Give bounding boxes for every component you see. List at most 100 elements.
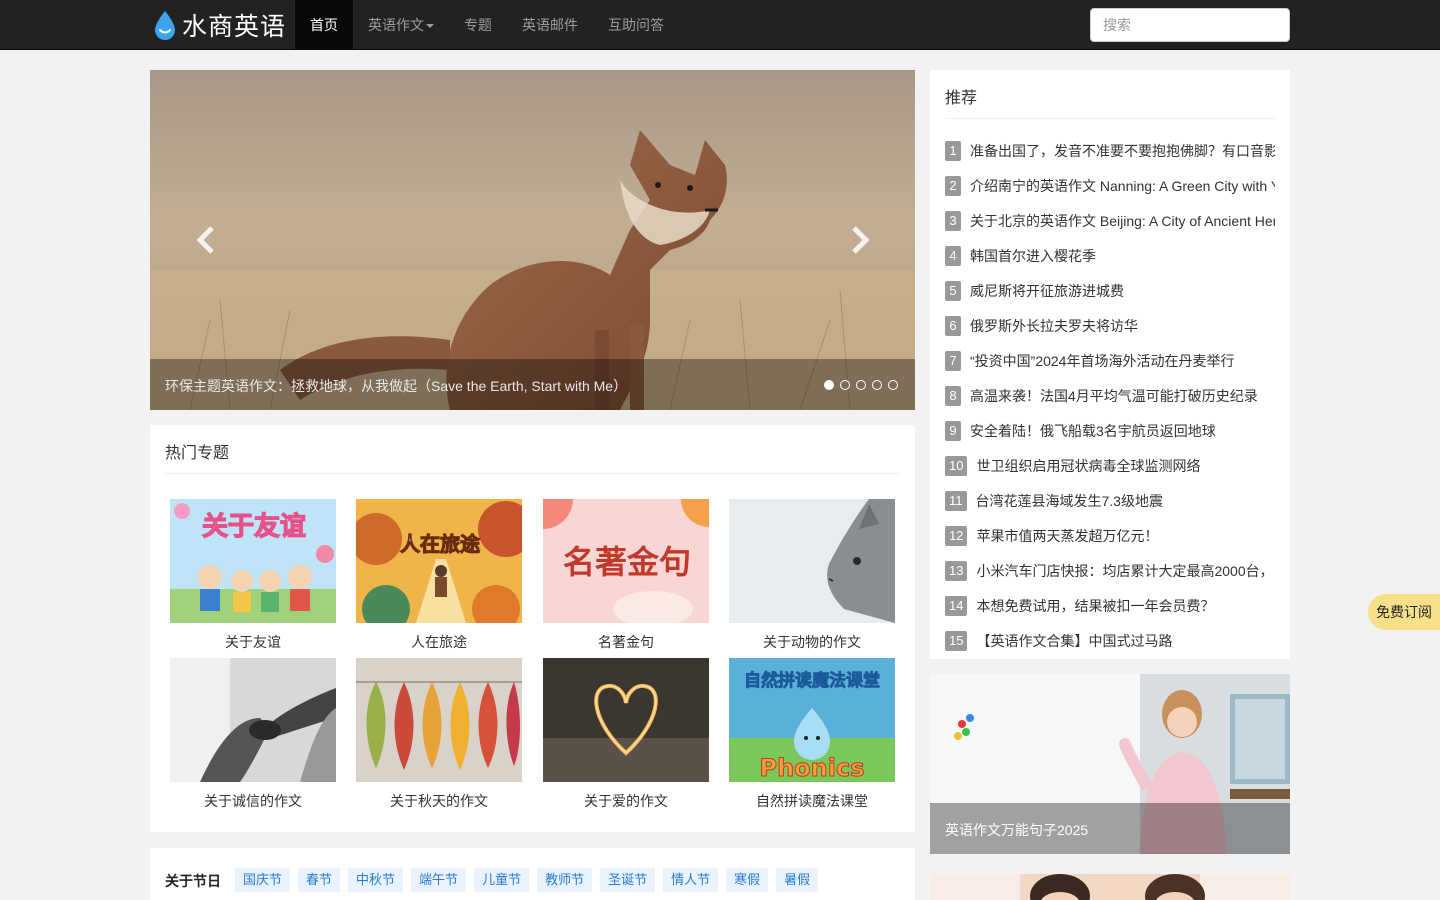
recommend-item[interactable]: 6 俄罗斯外长拉夫罗夫将访华 (945, 308, 1275, 343)
topic-card[interactable]: 关于友谊 关于友谊 (170, 499, 336, 652)
caret-down-icon (426, 24, 434, 29)
search-input[interactable] (1090, 8, 1290, 42)
recommend-item[interactable]: 7 “投资中国”2024年首场海外活动在丹麦举行 (945, 343, 1275, 378)
chevron-left-icon[interactable] (192, 222, 222, 258)
topic-label: 人在旅途 (411, 634, 467, 650)
holiday-tag[interactable]: 中秋节 (348, 868, 404, 892)
topic-image (356, 658, 522, 782)
topic-card[interactable]: 自然拼读魔法课堂 Phonics 自然拼读魔法课堂 (729, 658, 895, 811)
topic-image: 关于友谊 (170, 499, 336, 623)
holidays-title: 关于节日 (165, 873, 221, 889)
recommend-item[interactable]: 1 准备出国了，发音不准要不要抱抱佛脚？有口音影 (945, 133, 1275, 168)
recommend-item[interactable]: 3 关于北京的英语作文 Beijing: A City of Ancient He… (945, 203, 1275, 238)
recommend-item-title: 关于北京的英语作文 Beijing: A City of Ancient Her (970, 212, 1275, 229)
rank-badge: 12 (945, 525, 968, 546)
recommend-item[interactable]: 9 安全着陆！俄飞船载3名宇航员返回地球 (945, 413, 1275, 448)
topic-label: 关于爱的作文 (584, 793, 668, 809)
recommend-item[interactable]: 5 威尼斯将开征旅游进城费 (945, 273, 1275, 308)
rank-badge: 9 (945, 420, 961, 441)
nav-topics[interactable]: 专题 (449, 0, 507, 50)
nav-english-essay[interactable]: 英语作文 (353, 0, 449, 50)
water-drop-icon (155, 11, 175, 40)
carousel-dot[interactable] (824, 380, 834, 390)
nav-english-essay-label: 英语作文 (368, 17, 424, 33)
holiday-tag[interactable]: 暑假 (776, 868, 819, 892)
topic-label: 关于诚信的作文 (204, 793, 302, 809)
topic-card[interactable]: 关于诚信的作文 (170, 658, 336, 811)
nav-qa[interactable]: 互助问答 (593, 0, 679, 50)
holiday-tag[interactable]: 情人节 (663, 868, 719, 892)
carousel-dot[interactable] (856, 380, 866, 390)
rank-badge: 15 (945, 630, 968, 651)
recommend-item-title: “投资中国”2024年首场海外活动在丹麦举行 (970, 352, 1235, 369)
recommend-item[interactable]: 12 苹果市值两天蒸发超万亿元！ (945, 518, 1275, 553)
recommend-item-title: 韩国首尔进入樱花季 (970, 247, 1096, 264)
recommend-item-title: 威尼斯将开征旅游进城费 (970, 282, 1124, 299)
topic-image-text: 自然拼读魔法课堂 (744, 670, 880, 691)
recommend-item-title: 苹果市值两天蒸发超万亿元！ (976, 527, 1159, 544)
recommend-item[interactable]: 11 台湾花莲县海域发生7.3级地震 (945, 483, 1275, 518)
rank-badge: 10 (945, 455, 968, 476)
holiday-tag[interactable]: 端午节 (411, 868, 467, 892)
recommend-item[interactable]: 15 【英语作文合集】中国式过马路 (945, 623, 1275, 658)
recommend-item[interactable]: 10 世卫组织启用冠状病毒全球监测网络 (945, 448, 1275, 483)
rank-badge: 13 (945, 560, 968, 581)
topic-card[interactable]: 人在旅途 人在旅途 (356, 499, 522, 652)
topic-image (543, 658, 709, 782)
chevron-right-icon[interactable] (844, 222, 874, 258)
recommend-item-title: 高温来袭！法国4月平均气温可能打破历史纪录 (970, 387, 1258, 404)
hot-topics-panel: 热门专题 关于友谊 关于友谊 人在旅途 人在旅途 名著金句 名著金句 关于动物的… (150, 425, 915, 832)
recommend-item-title: 准备出国了，发音不准要不要抱抱佛脚？有口音影 (970, 142, 1275, 159)
kids-photo (930, 874, 1290, 900)
recommend-item[interactable]: 4 韩国首尔进入樱花季 (945, 238, 1275, 273)
topic-image (729, 499, 895, 623)
divider (945, 118, 1275, 119)
recommend-item[interactable]: 2 介绍南宁的英语作文 Nanning: A Green City with Y (945, 168, 1275, 203)
divider (165, 473, 900, 474)
recommend-item-title: 【英语作文合集】中国式过马路 (976, 632, 1173, 649)
recommend-item-title: 介绍南宁的英语作文 Nanning: A Green City with Y (970, 177, 1275, 194)
rank-badge: 1 (945, 140, 961, 161)
topic-image-text: 人在旅途 (400, 532, 481, 556)
topic-card[interactable]: 关于秋天的作文 (356, 658, 522, 811)
recommend-item-title: 世卫组织启用冠状病毒全球监测网络 (976, 457, 1201, 474)
nav-english-email[interactable]: 英语邮件 (507, 0, 593, 50)
nav-home[interactable]: 首页 (295, 0, 353, 50)
recommend-item[interactable]: 13 小米汽车门店快报：均店累计大定最高2000台， (945, 553, 1275, 588)
recommend-item-title: 小米汽车门店快报：均店累计大定最高2000台， (976, 562, 1274, 579)
recommend-panel: 推荐 1 准备出国了，发音不准要不要抱抱佛脚？有口音影 2 介绍南宁的英语作文 Na… (930, 70, 1290, 659)
rank-badge: 3 (945, 210, 961, 231)
promo-banner[interactable]: 英语作文万能句子2025 (930, 674, 1290, 854)
site-logo[interactable]: 水商英语 (152, 8, 286, 42)
rank-badge: 11 (945, 490, 967, 511)
recommend-item[interactable]: 14 本想免费试用，结果被扣一年会员费？ (945, 588, 1275, 623)
rank-badge: 7 (945, 350, 961, 371)
rank-badge: 6 (945, 315, 961, 336)
recommend-item-title: 俄罗斯外长拉夫罗夫将访华 (970, 317, 1138, 334)
holiday-tag[interactable]: 春节 (298, 868, 341, 892)
carousel-dot[interactable] (888, 380, 898, 390)
holiday-tag[interactable]: 儿童节 (474, 868, 530, 892)
topic-image-text: 名著金句 (563, 543, 691, 581)
subscribe-button[interactable]: 免费订阅 (1368, 594, 1440, 630)
holiday-tag[interactable]: 寒假 (726, 868, 769, 892)
topic-image-text: 关于友谊 (202, 511, 306, 542)
promo-banner-2[interactable] (930, 874, 1290, 900)
topic-label: 关于友谊 (225, 634, 281, 650)
carousel-caption[interactable]: 环保主题英语作文：拯救地球，从我做起（Save the Earth, Start… (165, 376, 627, 396)
topic-card[interactable]: 关于动物的作文 (729, 499, 895, 652)
topic-card[interactable]: 关于爱的作文 (543, 658, 709, 811)
holiday-tag[interactable]: 教师节 (537, 868, 593, 892)
carousel-dot[interactable] (872, 380, 882, 390)
topic-image: 自然拼读魔法课堂 Phonics (729, 658, 895, 782)
holiday-tag[interactable]: 圣诞节 (600, 868, 656, 892)
top-navbar: 水商英语 首页 英语作文 专题 英语邮件 互助问答 (0, 0, 1440, 50)
hot-topics-title: 热门专题 (165, 445, 230, 462)
rank-badge: 8 (945, 385, 961, 406)
carousel-dot[interactable] (840, 380, 850, 390)
topic-card[interactable]: 名著金句 名著金句 (543, 499, 709, 652)
rank-badge: 4 (945, 245, 961, 266)
recommend-item[interactable]: 8 高温来袭！法国4月平均气温可能打破历史纪录 (945, 378, 1275, 413)
holiday-tag[interactable]: 国庆节 (235, 868, 291, 892)
rank-badge: 14 (945, 595, 968, 616)
